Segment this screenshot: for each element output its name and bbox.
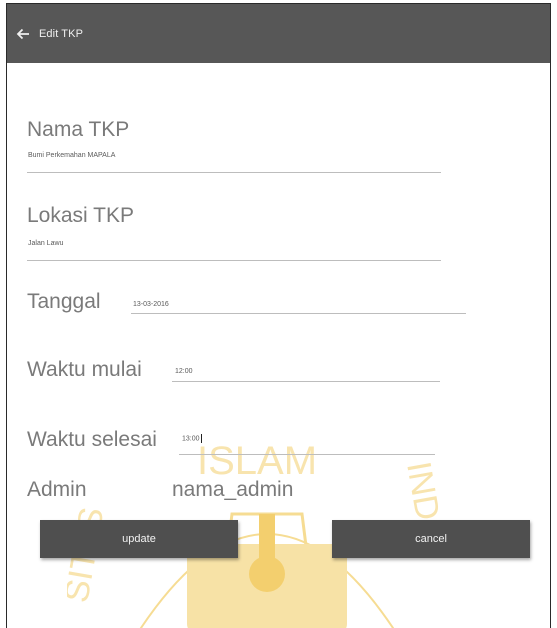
tanggal-label: Tanggal (27, 290, 101, 313)
tanggal-input[interactable]: 13-03-2016 (133, 301, 169, 308)
watermark-text-top: ISLAM (197, 439, 317, 483)
update-button[interactable]: update (40, 520, 238, 558)
waktu-mulai-input[interactable]: 12:00 (175, 368, 193, 375)
nama-tkp-label: Nama TKP (27, 118, 130, 141)
arrow-left-icon[interactable] (16, 26, 32, 42)
nama-tkp-input[interactable]: Bumi Perkemahan MAPALA (28, 152, 115, 159)
lokasi-tkp-input[interactable]: Jalan Lawu (28, 240, 63, 247)
cancel-button[interactable]: cancel (332, 520, 530, 558)
admin-value: nama_admin (172, 478, 294, 501)
page-title: Edit TKP (39, 27, 84, 40)
lokasi-tkp-label: Lokasi TKP (27, 204, 134, 227)
waktu-selesai-input[interactable]: 13:00 (182, 434, 202, 443)
waktu-selesai-label: Waktu selesai (27, 428, 157, 451)
lokasi-tkp-underline (27, 260, 441, 261)
admin-label: Admin (27, 478, 87, 501)
waktu-selesai-value: 13:00 (182, 435, 200, 443)
app-window: ISLAM SITAS INDO Edit TKP Nama TKP Bumi … (6, 3, 551, 628)
nama-tkp-underline (27, 172, 441, 173)
tanggal-underline (131, 313, 466, 314)
text-cursor (200, 434, 202, 443)
app-bar: Edit TKP (7, 4, 550, 63)
waktu-mulai-label: Waktu mulai (27, 358, 142, 381)
waktu-selesai-underline (179, 454, 435, 455)
waktu-mulai-underline (172, 381, 440, 382)
